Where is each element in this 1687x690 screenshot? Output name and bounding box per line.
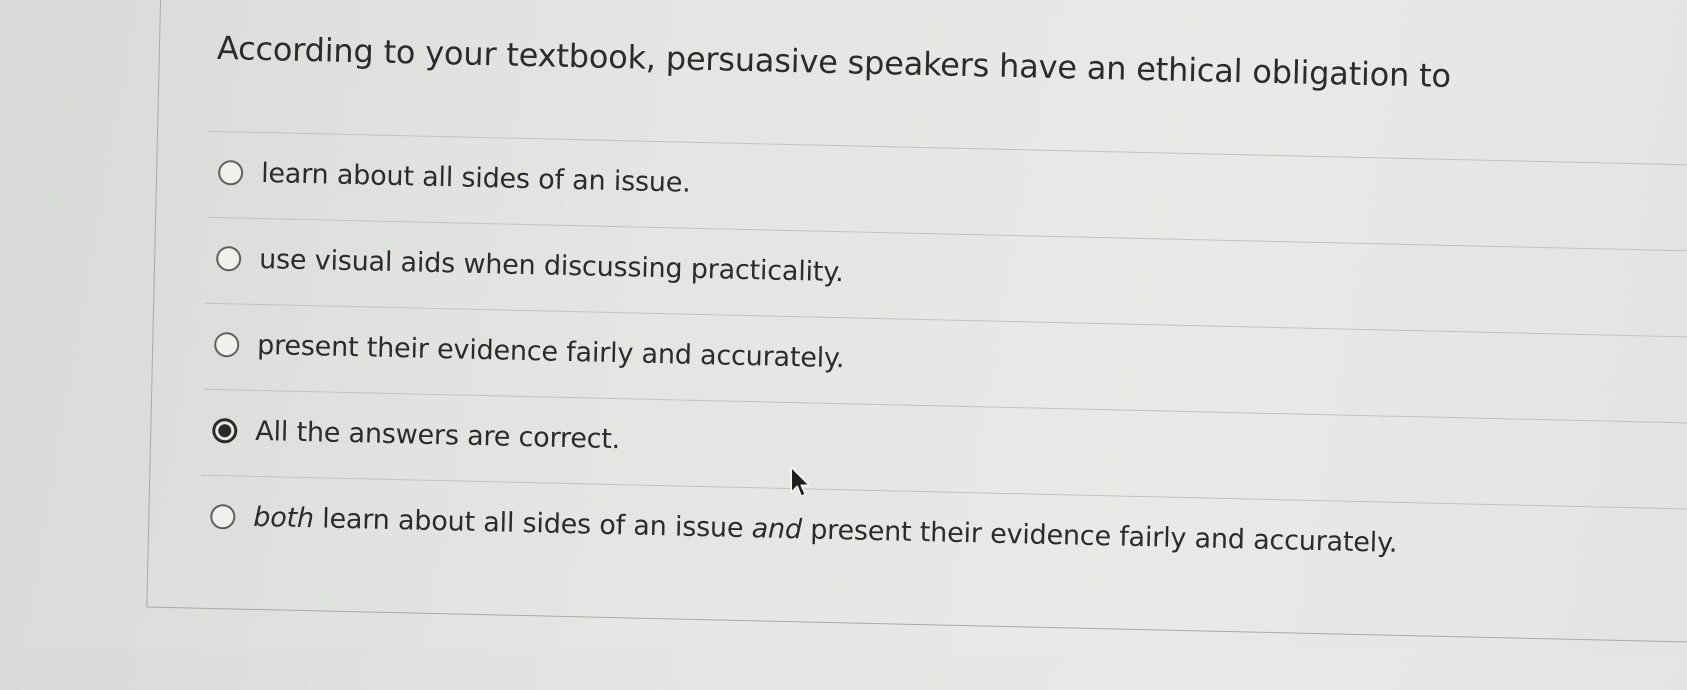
option-3[interactable]: present their evidence fairly and accura…	[213, 329, 845, 375]
divider	[207, 216, 1687, 252]
question-card-left-border	[146, 0, 162, 607]
option-4[interactable]: All the answers are correct.	[212, 415, 620, 455]
divider	[209, 130, 1687, 166]
radio-button-option-3[interactable]	[213, 331, 240, 358]
option-5-text-part-1: learn about all sides of an issue	[313, 503, 753, 545]
question-card-bottom-border	[146, 606, 1687, 644]
option-3-label: present their evidence fairly and accura…	[256, 329, 845, 375]
option-1-label: learn about all sides of an issue.	[260, 157, 691, 199]
option-2-label: use visual aids when discussing practica…	[258, 243, 844, 289]
option-2[interactable]: use visual aids when discussing practica…	[215, 243, 844, 289]
option-1[interactable]: learn about all sides of an issue.	[217, 157, 691, 199]
divider	[205, 302, 1687, 338]
quiz-page: According to your textbook, persuasive s…	[0, 0, 1687, 688]
option-4-label: All the answers are correct.	[254, 415, 621, 456]
option-5[interactable]: both learn about all sides of an issue a…	[210, 501, 1398, 559]
option-5-label: both learn about all sides of an issue a…	[253, 502, 1398, 559]
divider	[203, 388, 1687, 424]
question-prompt: According to your textbook, persuasive s…	[216, 28, 1452, 95]
divider	[201, 474, 1687, 510]
option-5-text-part-2: present their evidence fairly and accura…	[801, 514, 1398, 559]
radio-button-option-5[interactable]	[210, 503, 236, 530]
radio-selected-dot	[218, 424, 232, 438]
mouse-pointer-icon	[790, 466, 811, 498]
option-5-emphasis-both: both	[252, 501, 315, 535]
radio-button-option-2[interactable]	[215, 245, 242, 272]
radio-button-option-1[interactable]	[217, 159, 244, 186]
option-5-emphasis-and: and	[751, 513, 803, 546]
radio-button-option-4-selected[interactable]	[212, 417, 238, 444]
